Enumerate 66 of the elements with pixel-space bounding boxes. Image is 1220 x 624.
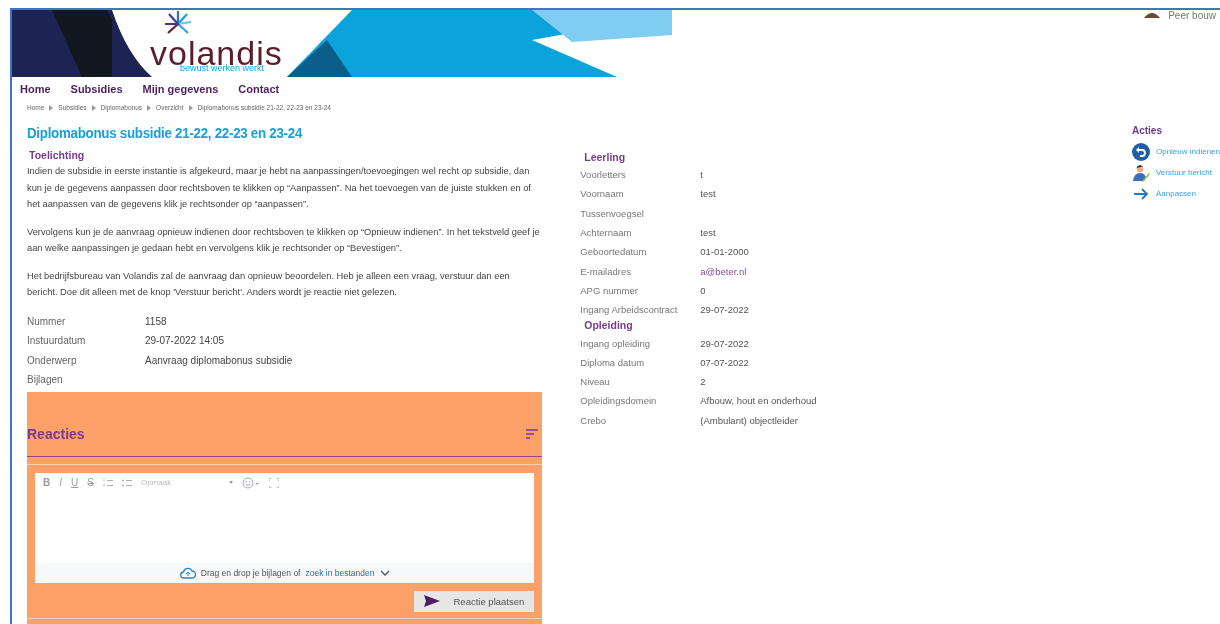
- field-label: Ingang opleiding: [580, 337, 651, 349]
- fullscreen-icon[interactable]: [268, 477, 279, 488]
- field-label: Crebo: [580, 414, 608, 426]
- field-value: 2: [700, 376, 706, 388]
- field-label: APG nummer: [580, 284, 639, 296]
- bullet-list-icon[interactable]: [121, 478, 132, 487]
- explanation-paragraph: Indien de subsidie in eerste instantie is afgekeurd, maar je hebt na aanpassingen/toevoegingen wel recht op subsidie, dan kun je de gegevens aanpassen door rechtsboven te klikken op “Aanpassen”. Na het toevoegen van de juiste stukken en of het aanpassen van de gegevens klik je rechtsonder op “aanpassen”.: [27, 165, 532, 211]
- nav-link[interactable]: Mijn gegevens: [142, 83, 219, 95]
- field-label: Voornaam: [580, 188, 625, 200]
- person-with-pencil-icon[interactable]: [1131, 163, 1150, 182]
- caret-icon: [228, 481, 233, 484]
- field-value: 0: [700, 284, 706, 296]
- field-value: Aanvraag diplomabonus subsidie: [145, 354, 293, 366]
- section-heading: Leerling: [584, 151, 627, 165]
- field-label: Onderwerp: [27, 354, 78, 366]
- email-link[interactable]: a@beter.nl: [700, 265, 747, 277]
- nav-link[interactable]: Contact: [238, 83, 280, 95]
- sort-icon[interactable]: [526, 428, 539, 439]
- user-avatar-icon: [1142, 10, 1163, 18]
- reactions-title: Reacties: [27, 425, 85, 442]
- dropzone-text: Drag en drop je bijlagen of: [200, 567, 301, 578]
- post-reaction-button[interactable]: Reactie plaatsen: [413, 590, 535, 612]
- nav-link[interactable]: Home: [20, 83, 51, 95]
- field-value: 07-07-2022: [700, 356, 749, 368]
- page-title: Diplomabonus subsidie 21-22, 22-23 en 23-24: [27, 125, 304, 141]
- field-label: Bijlagen: [27, 374, 64, 386]
- field-label: Ingang Arbeidscontract: [580, 304, 679, 316]
- field-label: Nummer: [27, 315, 67, 327]
- nav-link[interactable]: Subsidies: [70, 83, 123, 95]
- emoji-icon[interactable]: [241, 476, 260, 489]
- arrow-right-icon[interactable]: [1131, 187, 1150, 200]
- user-name[interactable]: Peer bouw: [1168, 10, 1216, 22]
- field-value: 29-07-2022: [700, 337, 749, 349]
- chevron-icon: [49, 104, 54, 111]
- chevron-icon: [147, 104, 152, 111]
- field-value: Afbouw, hout en onderhoud: [700, 395, 817, 407]
- field-label: Voorletters: [580, 169, 627, 181]
- field-value: 1158: [145, 315, 167, 327]
- numbered-list-icon[interactable]: [102, 478, 113, 487]
- field-value: test: [700, 188, 716, 200]
- field-label: Geboortedatum: [580, 246, 648, 258]
- field-value: test: [700, 227, 716, 239]
- field-label: Instuurdatum: [27, 335, 87, 347]
- chevron-icon: [91, 104, 96, 111]
- field-label: Tussenvoegsel: [580, 207, 645, 219]
- explanation-paragraph: Het bedrijfsbureau van Volandis zal de aanvraag dan opnieuw beoordelen. Heb je alleen een vraag, verstuur dan een bericht. Doe dit alleen met de knop 'Verstuur bericht'. Anders wordt je reactie niet gelezen.: [27, 269, 511, 299]
- actions-heading: Acties: [1131, 125, 1163, 136]
- field-value: t: [700, 169, 703, 181]
- field-value: 01-01-2000: [700, 246, 749, 258]
- section-heading: Opleiding: [584, 319, 634, 334]
- field-label: Opleidingsdomein: [580, 395, 658, 407]
- explanation-paragraph: Vervolgens kun je de aanvraag opnieuw indienen door rechtsboven te klikken op “Opnieuw indienen”. In het tekstveld geef je aan welke aanpassingen je gedaan hebt en vervolgens klik je rechtsonder op “Bevestigen”.: [27, 225, 541, 255]
- field-label: Niveau: [580, 376, 611, 388]
- chevron-icon: [188, 104, 193, 111]
- field-label: E-mailadres: [580, 265, 632, 277]
- rich-text-editor[interactable]: B I U S Opmaak Drag en drop je bijlagen of zoek in bestanden: [35, 472, 535, 583]
- send-icon: [423, 595, 440, 607]
- chevron-down-icon[interactable]: [379, 569, 390, 576]
- field-label: Diploma datum: [580, 356, 646, 368]
- section-heading: Toelichting: [29, 149, 86, 161]
- field-value: 29-07-2022: [700, 304, 749, 316]
- field-value: 29-07-2022 14:05: [145, 335, 224, 347]
- browse-files-link[interactable]: zoek in bestanden: [305, 567, 375, 578]
- cloud-upload-icon: [179, 566, 196, 579]
- field-value: (Ambulant) objectleider: [700, 414, 798, 426]
- field-label: Achternaam: [580, 227, 633, 239]
